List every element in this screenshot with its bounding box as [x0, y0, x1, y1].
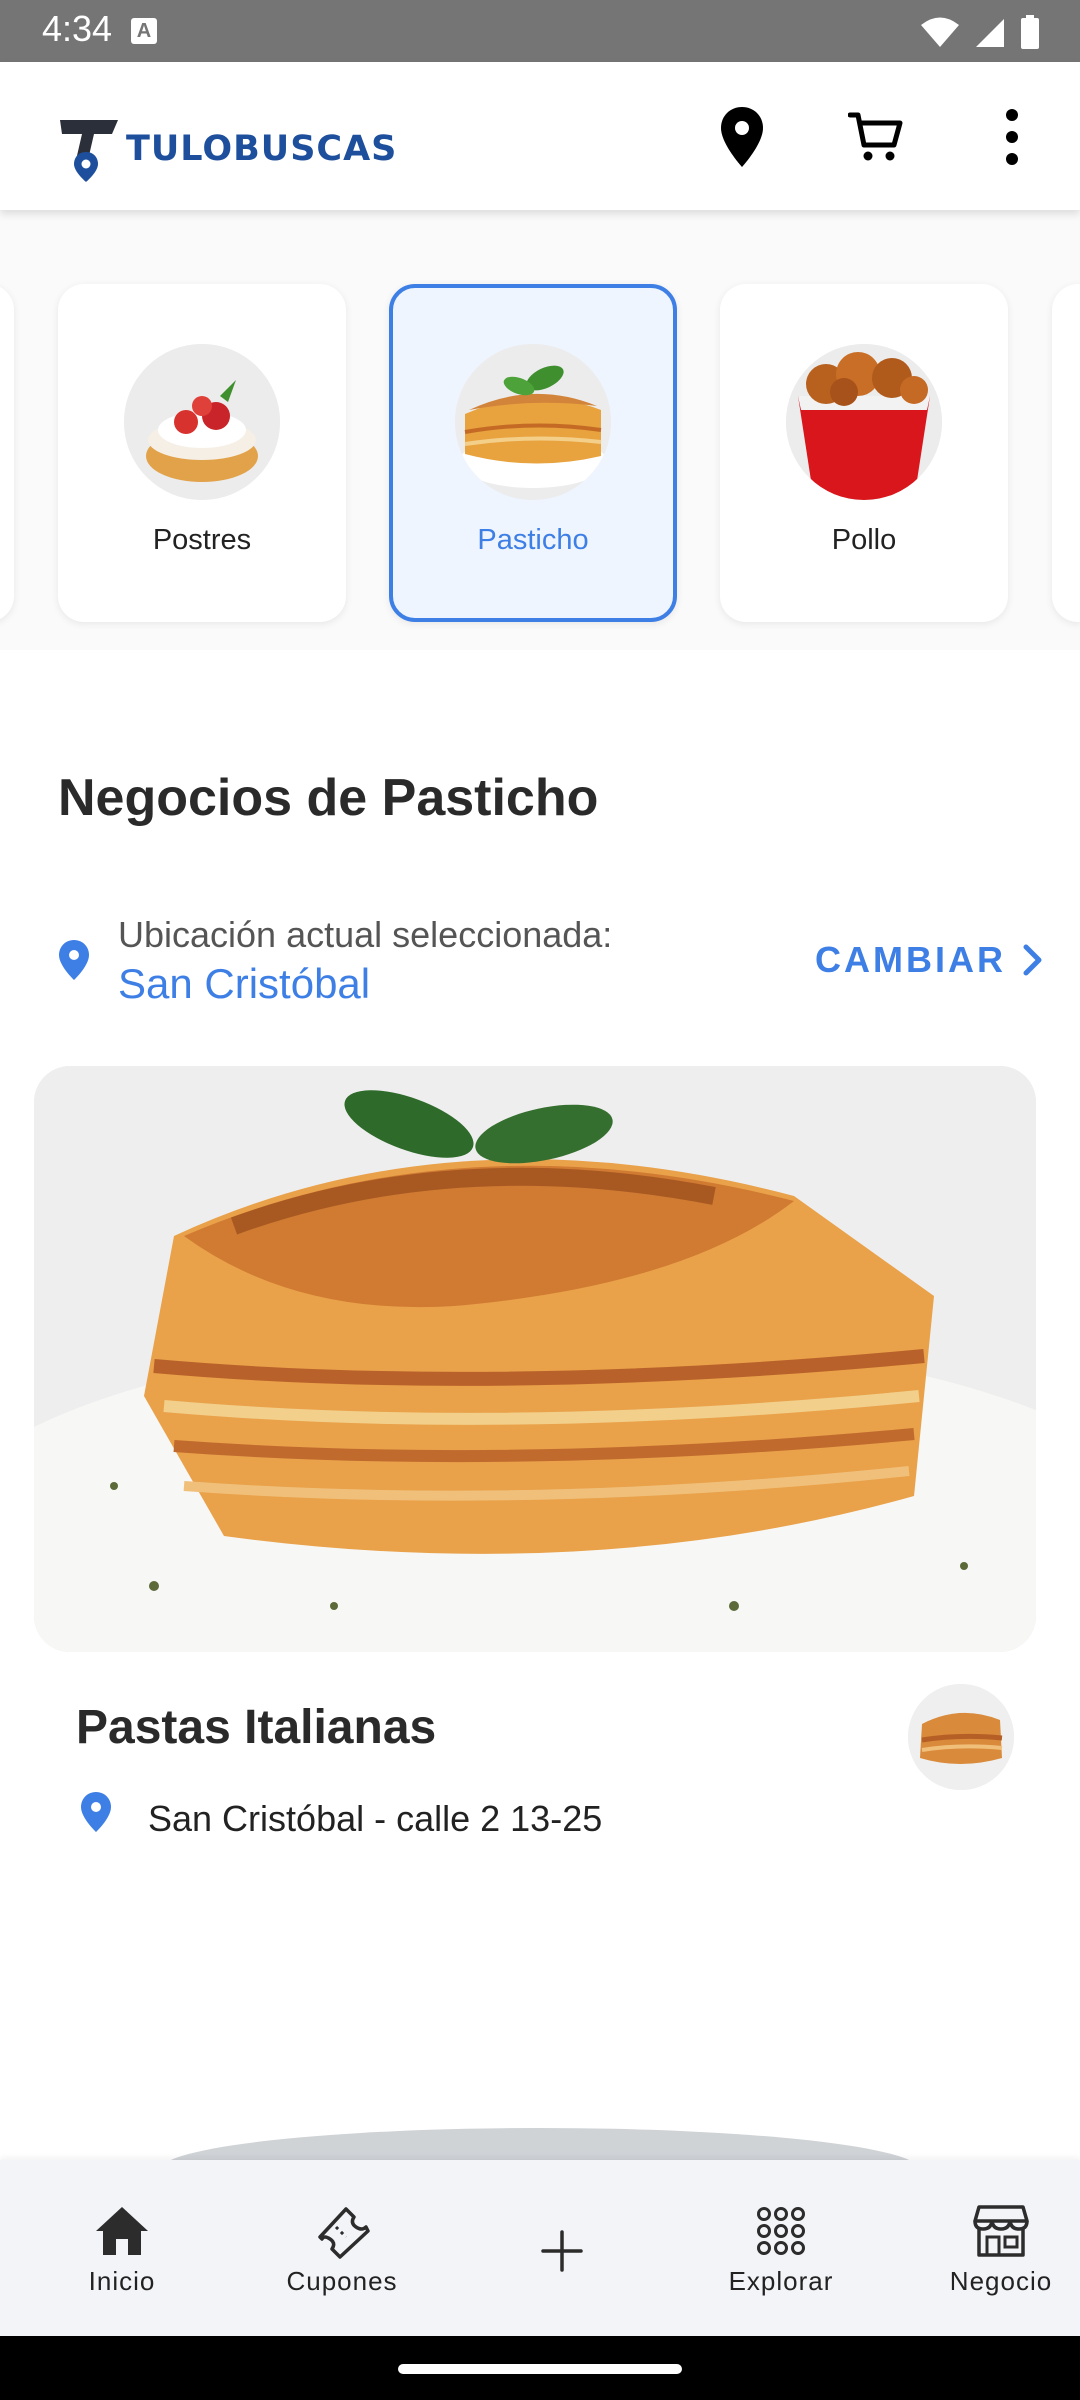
more-options-button[interactable] — [977, 102, 1047, 172]
category-label: Postres — [152, 524, 252, 556]
status-time: 4:34 — [42, 8, 113, 49]
change-location-button[interactable]: CAMBIAR — [815, 930, 1044, 990]
location-pin-icon — [59, 940, 89, 980]
battery-icon — [1021, 15, 1039, 49]
nav-inicio[interactable]: Inicio — [22, 2160, 222, 2336]
category-label: Pasticho — [477, 524, 589, 556]
chevron-right-icon — [1023, 944, 1042, 976]
category-card-pasticho[interactable]: Pasticho — [389, 284, 677, 622]
ticket-icon — [312, 2202, 372, 2260]
category-card-partial-left[interactable] — [0, 284, 14, 622]
logo-text: TULOBUSCAS — [126, 129, 398, 169]
category-image-pasticho — [455, 344, 611, 500]
section-title: Negocios de Pasticho — [58, 769, 599, 827]
category-label: Pollo — [831, 524, 897, 556]
app-logo[interactable]: TULOBUSCAS — [58, 114, 397, 184]
nav-label: Negocio — [949, 2266, 1053, 2296]
nav-cupones[interactable]: Cupones — [242, 2160, 442, 2336]
next-business-card-peek[interactable] — [0, 2110, 1080, 2160]
business-card-image[interactable] — [34, 1066, 1036, 1652]
notification-a-icon: A — [131, 18, 157, 44]
cart-button[interactable] — [841, 102, 911, 172]
category-image-pollo — [786, 344, 942, 500]
location-button[interactable] — [707, 102, 777, 172]
business-logo — [908, 1684, 1014, 1790]
business-name[interactable]: Pastas Italianas — [76, 1700, 436, 1755]
location-value: San Cristóbal — [118, 960, 371, 1007]
category-card-partial-right[interactable] — [1052, 284, 1080, 622]
system-gesture-bar — [0, 2336, 1080, 2400]
home-gesture-handle[interactable] — [398, 2364, 682, 2374]
location-selector: Ubicación actual seleccionada: San Crist… — [0, 900, 1080, 1020]
nav-add[interactable] — [462, 2160, 662, 2336]
status-icons — [920, 12, 1040, 52]
nav-negocio[interactable]: Negocio — [901, 2160, 1080, 2336]
address-pin-icon — [81, 1792, 111, 1832]
bottom-navigation: Inicio Cupones Explorar Negocio — [0, 2160, 1080, 2336]
status-bar: 4:34 A — [0, 0, 1080, 62]
category-carousel[interactable]: Postres Pasticho Pollo — [0, 210, 1080, 650]
cart-icon — [848, 112, 903, 161]
logo-mark-icon — [60, 120, 118, 182]
signal-icon — [976, 19, 1004, 47]
store-icon — [973, 2202, 1029, 2260]
location-pin-icon — [721, 107, 763, 167]
category-card-pollo[interactable]: Pollo — [720, 284, 1008, 622]
screen: 4:34 A TULOBUSCAS Postres Pasticho Pollo… — [0, 0, 1080, 2400]
app-bar: TULOBUSCAS — [0, 62, 1080, 210]
business-address: San Cristóbal - calle 2 13-25 — [148, 1798, 603, 1839]
nav-label: Explorar — [728, 2266, 834, 2296]
category-card-postres[interactable]: Postres — [58, 284, 346, 622]
plus-icon — [539, 2222, 585, 2280]
nav-label: Inicio — [88, 2266, 156, 2296]
more-vert-icon — [1006, 109, 1018, 165]
home-icon — [94, 2202, 150, 2260]
nav-label: Cupones — [286, 2266, 398, 2296]
wifi-icon — [921, 17, 959, 47]
nav-explorar[interactable]: Explorar — [681, 2160, 881, 2336]
location-caption: Ubicación actual seleccionada: — [118, 914, 613, 955]
category-image-postres — [124, 344, 280, 500]
grid-dots-icon — [756, 2202, 806, 2260]
change-location-label: CAMBIAR — [815, 939, 1006, 980]
